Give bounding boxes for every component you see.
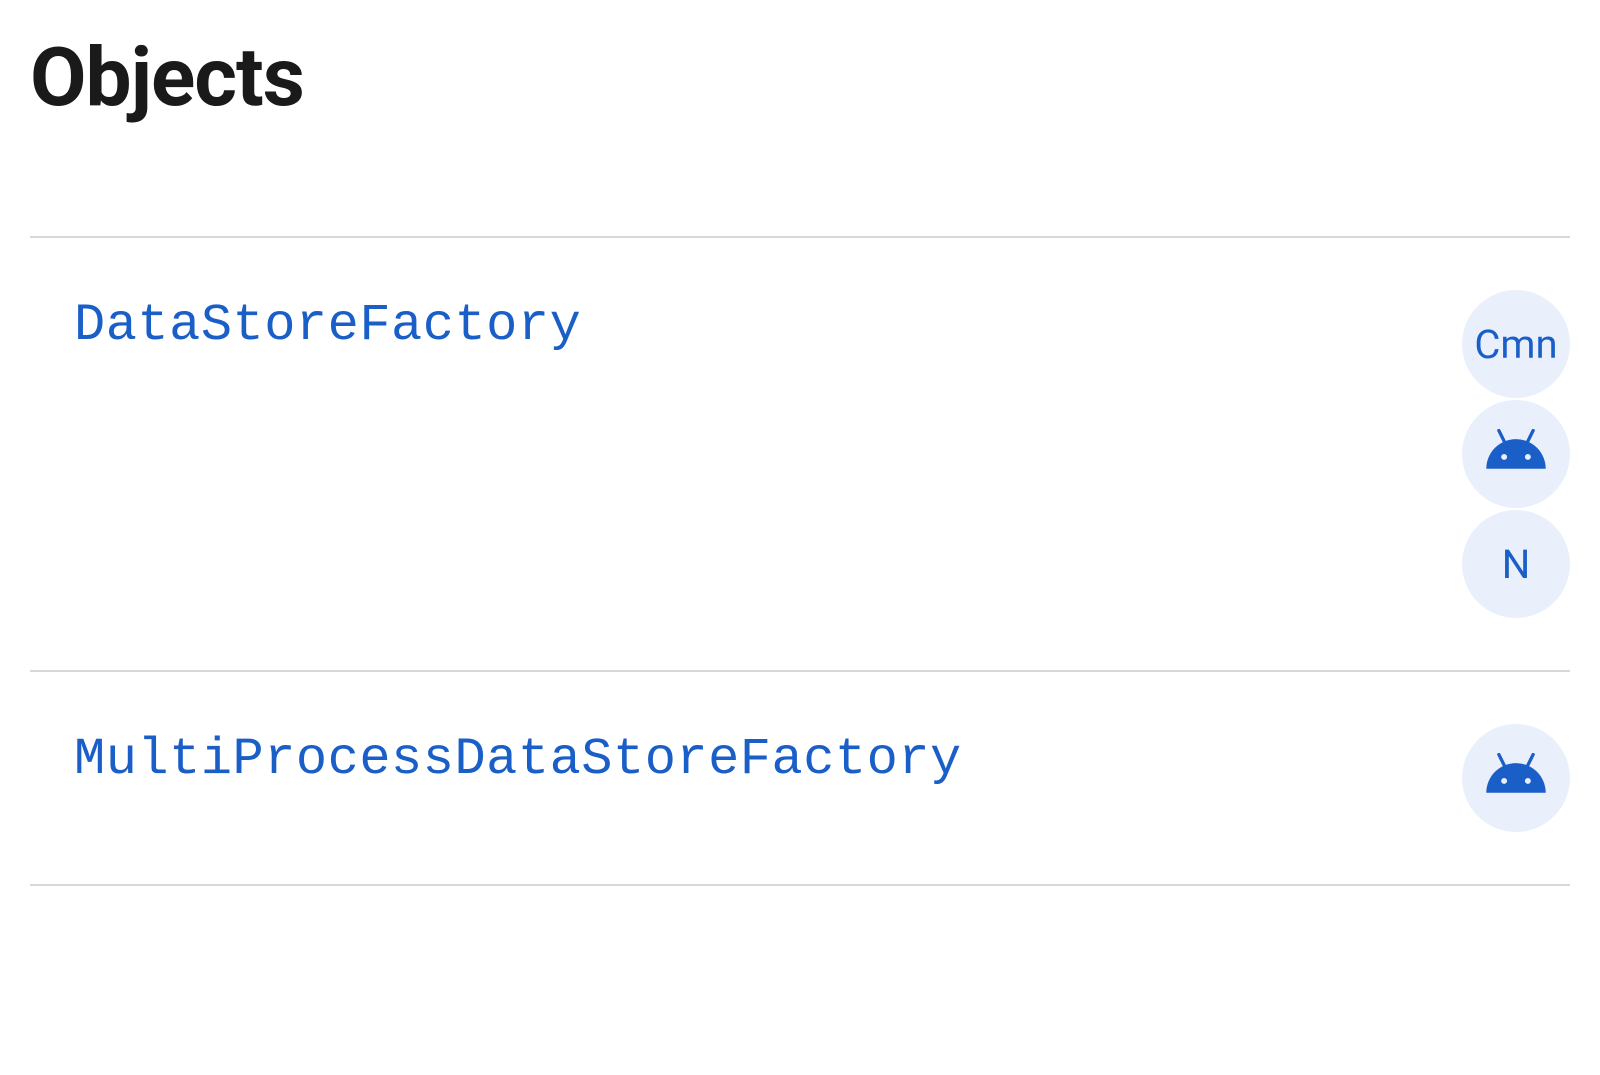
object-row: MultiProcessDataStoreFactory — [30, 672, 1570, 884]
platform-badge-n: N — [1462, 510, 1570, 618]
platform-badge-android — [1462, 724, 1570, 832]
android-icon — [1483, 753, 1549, 803]
badges-container: Cmn N — [1462, 290, 1570, 618]
divider — [30, 884, 1570, 886]
page-title: Objects — [30, 30, 1570, 126]
badges-container — [1462, 724, 1570, 832]
platform-badge-cmn: Cmn — [1462, 290, 1570, 398]
object-link-multiprocessdatastorefactory[interactable]: MultiProcessDataStoreFactory — [74, 724, 962, 789]
object-row: DataStoreFactory Cmn N — [30, 238, 1570, 670]
object-link-datastorefactory[interactable]: DataStoreFactory — [74, 290, 581, 355]
platform-badge-android — [1462, 400, 1570, 508]
android-icon — [1483, 429, 1549, 479]
